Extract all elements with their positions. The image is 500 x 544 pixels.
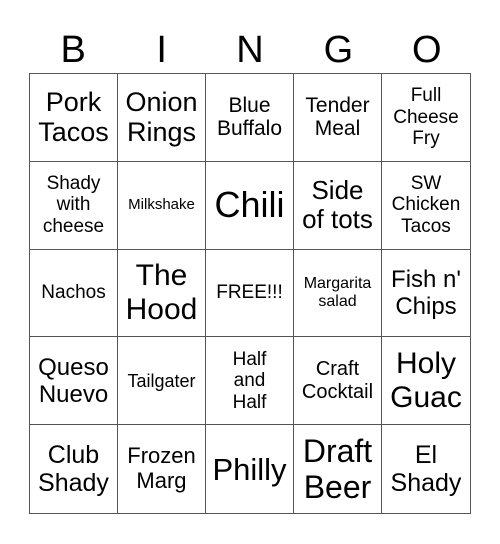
bingo-cell[interactable]: Club Shady xyxy=(30,425,118,513)
bingo-cell[interactable]: Tailgater xyxy=(118,337,206,426)
bingo-grid: Pork Tacos Onion Rings Blue Buffalo Tend… xyxy=(29,73,471,514)
bingo-cell[interactable]: El Shady xyxy=(382,425,470,513)
bingo-cell[interactable]: Fish n' Chips xyxy=(382,250,470,338)
header-letter-g: G xyxy=(323,29,354,71)
bingo-cell[interactable]: Pork Tacos xyxy=(30,74,118,162)
bingo-cell[interactable]: Craft Cocktail xyxy=(294,337,382,426)
bingo-cell[interactable]: Philly xyxy=(206,425,294,513)
bingo-cell[interactable]: Holy Guac xyxy=(382,337,470,426)
bingo-cell[interactable]: Chili xyxy=(206,161,294,250)
bingo-cell[interactable]: Full Cheese Fry xyxy=(382,74,470,162)
bingo-cell[interactable]: SW Chicken Tacos xyxy=(382,162,470,250)
free-space-cell[interactable]: FREE!!! xyxy=(206,249,294,338)
bingo-header: B I N G O xyxy=(29,28,471,72)
header-letter-b: B xyxy=(60,29,86,71)
header-letter-n: N xyxy=(236,29,264,71)
bingo-cell[interactable]: Shady with cheese xyxy=(30,161,118,250)
bingo-cell[interactable]: Milkshake xyxy=(118,161,206,250)
header-letter-o: O xyxy=(412,29,442,71)
bingo-cell[interactable]: Draft Beer xyxy=(294,425,382,513)
bingo-cell[interactable]: Blue Buffalo xyxy=(206,74,294,162)
bingo-cell[interactable]: Half and Half xyxy=(206,337,294,426)
bingo-cell[interactable]: Onion Rings xyxy=(118,74,206,162)
bingo-cell[interactable]: Side of tots xyxy=(294,161,382,250)
header-letter-i: I xyxy=(156,29,167,71)
bingo-cell[interactable]: Tender Meal xyxy=(294,74,382,162)
bingo-cell[interactable]: Margarita salad xyxy=(294,249,382,338)
bingo-cell[interactable]: Queso Nuevo xyxy=(30,337,118,426)
bingo-cell[interactable]: Frozen Marg xyxy=(118,425,206,513)
bingo-cell[interactable]: Nachos xyxy=(30,249,118,338)
bingo-cell[interactable]: The Hood xyxy=(118,249,206,338)
